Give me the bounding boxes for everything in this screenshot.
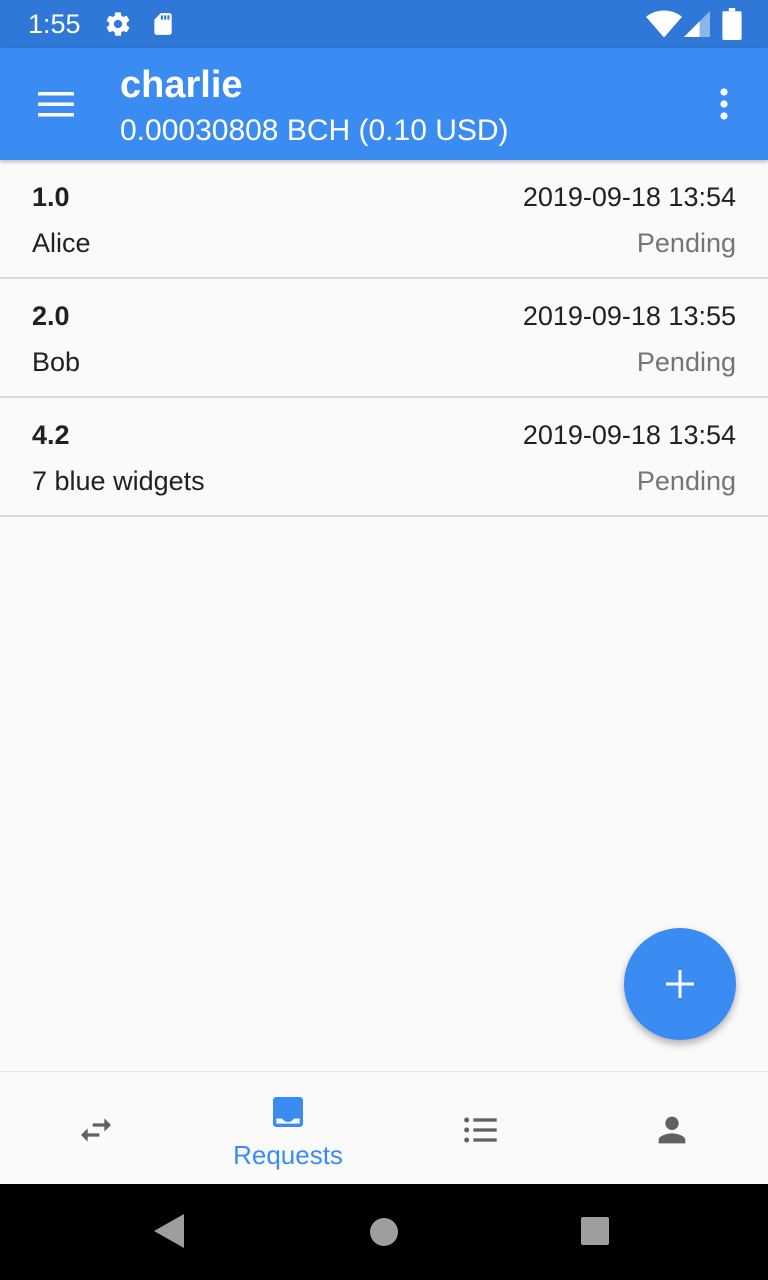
request-status: Pending (636, 228, 736, 258)
request-amount: 1.0 (32, 182, 70, 212)
hamburger-menu-icon (38, 92, 74, 117)
request-description: Bob (32, 347, 81, 377)
wallet-name: charlie (120, 64, 243, 106)
app-bar: charlie 0.00030808 BCH (0.10 USD) (0, 48, 768, 160)
gear-icon (106, 12, 130, 36)
battery-icon (722, 8, 742, 40)
list-icon (464, 1117, 497, 1143)
status-time: 1:55 (28, 9, 81, 39)
request-status: Pending (636, 466, 736, 496)
request-amount: 4.2 (32, 420, 70, 450)
wifi-icon (646, 10, 682, 38)
back-icon[interactable] (154, 1214, 186, 1248)
nav-item-list[interactable] (384, 1072, 576, 1185)
request-row[interactable]: 4.2 2019-09-18 13:54 7 blue widgets Pend… (0, 398, 768, 517)
recents-icon[interactable] (580, 1216, 610, 1246)
person-icon (658, 1116, 686, 1144)
request-date: 2019-09-18 13:55 (522, 301, 736, 331)
transfer-arrows-icon (81, 1118, 111, 1142)
wallet-balance: 0.00030808 BCH (0.10 USD) (120, 114, 509, 147)
add-request-button[interactable] (624, 928, 736, 1040)
request-row[interactable]: 2.0 2019-09-18 13:55 Bob Pending (0, 279, 768, 398)
nav-item-requests[interactable]: Requests (192, 1072, 384, 1185)
overflow-menu-button[interactable] (700, 80, 748, 128)
nav-label-requests: Requests (233, 1140, 343, 1170)
cell-signal-icon (684, 11, 710, 37)
request-status: Pending (636, 347, 736, 377)
sd-card-icon (154, 13, 172, 35)
nav-item-transactions[interactable] (0, 1072, 192, 1185)
request-row[interactable]: 1.0 2019-09-18 13:54 Alice Pending (0, 160, 768, 279)
request-description: 7 blue widgets (32, 466, 205, 496)
request-amount: 2.0 (32, 301, 70, 331)
home-icon[interactable] (368, 1216, 400, 1248)
more-vertical-icon (720, 88, 728, 120)
bottom-navigation: Requests (0, 1071, 768, 1185)
request-list: 1.0 2019-09-18 13:54 Alice Pending 2.0 2… (0, 160, 768, 517)
inbox-download-icon (273, 1097, 303, 1127)
system-navigation-bar (0, 1184, 768, 1280)
plus-icon (666, 970, 694, 998)
status-bar: 1:55 (0, 0, 768, 48)
request-date: 2019-09-18 13:54 (522, 420, 736, 450)
nav-item-account[interactable] (576, 1072, 768, 1185)
request-description: Alice (32, 228, 91, 258)
request-date: 2019-09-18 13:54 (522, 182, 736, 212)
menu-button[interactable] (26, 80, 86, 128)
